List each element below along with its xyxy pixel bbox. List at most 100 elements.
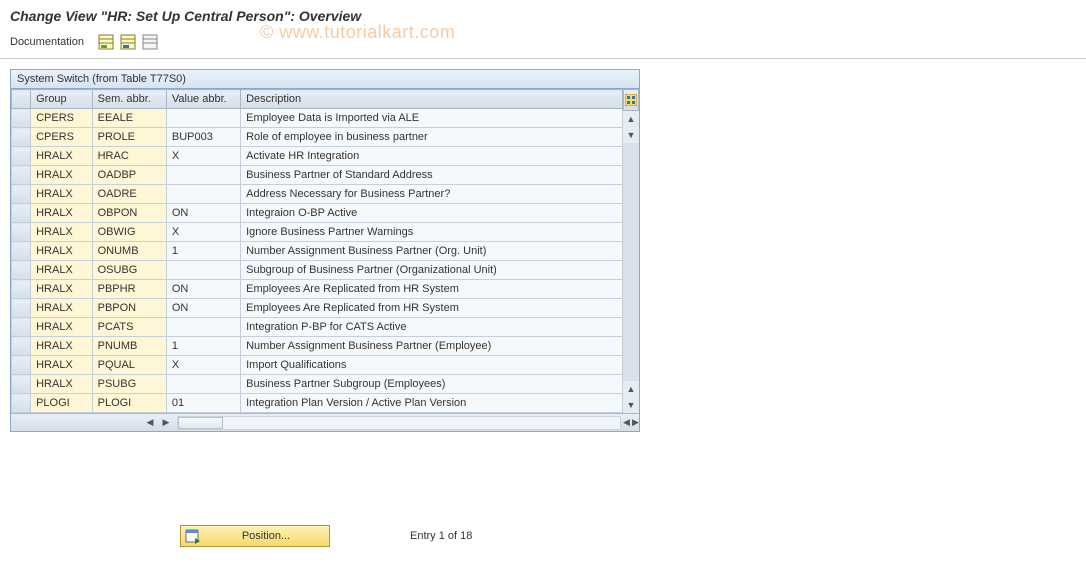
cell-description: Business Partner Subgroup (Employees) <box>241 375 623 394</box>
cell-group: HRALX <box>31 299 93 318</box>
row-selector[interactable] <box>12 280 31 299</box>
horizontal-scrollbar[interactable]: ◀ ▶ ◀ ▶ <box>11 413 639 431</box>
row-selector[interactable] <box>12 147 31 166</box>
hscroll-left-end-icon[interactable]: ◀ <box>623 416 630 430</box>
deselect-all-icon[interactable] <box>142 34 158 50</box>
table-row[interactable]: HRALXPNUMB1Number Assignment Business Pa… <box>12 337 623 356</box>
hscroll-track[interactable] <box>177 416 621 430</box>
col-header-sem-abbr[interactable]: Sem. abbr. <box>92 90 166 109</box>
table-row[interactable]: HRALXPBPONONEmployees Are Replicated fro… <box>12 299 623 318</box>
row-selector[interactable] <box>12 223 31 242</box>
table-select-icon[interactable] <box>120 34 136 50</box>
scroll-up-icon[interactable]: ▲ <box>623 111 639 127</box>
scroll-down-bottom-icon[interactable]: ▼ <box>623 397 639 413</box>
table-row[interactable]: HRALXPCATSIntegration P-BP for CATS Acti… <box>12 318 623 337</box>
col-header-description[interactable]: Description <box>241 90 623 109</box>
table-panel: System Switch (from Table T77S0) Group S… <box>10 69 640 432</box>
cell-value-abbr[interactable]: 1 <box>166 242 240 261</box>
row-selector[interactable] <box>12 375 31 394</box>
cell-value-abbr[interactable] <box>166 109 240 128</box>
table-row[interactable]: HRALXPSUBGBusiness Partner Subgroup (Emp… <box>12 375 623 394</box>
cell-group: HRALX <box>31 204 93 223</box>
hscroll-thumb[interactable] <box>178 417 223 429</box>
hscroll-right-icon[interactable]: ▶ <box>159 416 173 430</box>
row-header-blank <box>12 90 31 109</box>
cell-sem-abbr: PBPON <box>92 299 166 318</box>
cell-description: Employee Data is Imported via ALE <box>241 109 623 128</box>
cell-value-abbr[interactable]: BUP003 <box>166 128 240 147</box>
table-row[interactable]: HRALXONUMB1Number Assignment Business Pa… <box>12 242 623 261</box>
row-selector[interactable] <box>12 299 31 318</box>
row-selector[interactable] <box>12 394 31 413</box>
cell-description: Number Assignment Business Partner (Empl… <box>241 337 623 356</box>
cell-group: HRALX <box>31 318 93 337</box>
row-selector[interactable] <box>12 185 31 204</box>
table-row[interactable]: PLOGIPLOGI01Integration Plan Version / A… <box>12 394 623 413</box>
table-row[interactable]: HRALXOADREAddress Necessary for Business… <box>12 185 623 204</box>
cell-group: HRALX <box>31 223 93 242</box>
cell-sem-abbr: EEALE <box>92 109 166 128</box>
table-row[interactable]: HRALXHRACXActivate HR Integration <box>12 147 623 166</box>
cell-value-abbr[interactable] <box>166 185 240 204</box>
table-row[interactable]: HRALXPQUALXImport Qualifications <box>12 356 623 375</box>
cell-description: Business Partner of Standard Address <box>241 166 623 185</box>
cell-group: CPERS <box>31 128 93 147</box>
cell-group: HRALX <box>31 242 93 261</box>
cell-description: Employees Are Replicated from HR System <box>241 299 623 318</box>
table-content-icon[interactable] <box>98 34 114 50</box>
hscroll-left-icon[interactable]: ◀ <box>143 416 157 430</box>
cell-group: HRALX <box>31 356 93 375</box>
cell-value-abbr[interactable]: X <box>166 147 240 166</box>
vertical-scrollbar[interactable]: ▲ ▼ ▲ ▼ <box>623 89 639 413</box>
cell-sem-abbr: PSUBG <box>92 375 166 394</box>
row-selector[interactable] <box>12 128 31 147</box>
cell-value-abbr[interactable]: ON <box>166 280 240 299</box>
row-selector[interactable] <box>12 337 31 356</box>
row-selector[interactable] <box>12 109 31 128</box>
hscroll-right-end-icon[interactable]: ▶ <box>632 416 639 430</box>
cell-value-abbr[interactable]: X <box>166 223 240 242</box>
toolbar: Documentation <box>0 30 1086 59</box>
col-header-group[interactable]: Group <box>31 90 93 109</box>
scroll-up-bottom-icon[interactable]: ▲ <box>623 381 639 397</box>
table-row[interactable]: HRALXPBPHRONEmployees Are Replicated fro… <box>12 280 623 299</box>
row-selector[interactable] <box>12 356 31 375</box>
entry-counter: Entry 1 of 18 <box>410 530 472 542</box>
cell-value-abbr[interactable]: ON <box>166 299 240 318</box>
cell-value-abbr[interactable] <box>166 375 240 394</box>
cell-value-abbr[interactable] <box>166 261 240 280</box>
table-row[interactable]: CPERSPROLEBUP003Role of employee in busi… <box>12 128 623 147</box>
scroll-track[interactable] <box>623 143 639 381</box>
row-selector[interactable] <box>12 261 31 280</box>
cell-value-abbr[interactable]: 01 <box>166 394 240 413</box>
cell-group: HRALX <box>31 337 93 356</box>
cell-sem-abbr: OADRE <box>92 185 166 204</box>
table-row[interactable]: HRALXOBPONONIntegraion O-BP Active <box>12 204 623 223</box>
table-settings-icon[interactable] <box>623 89 639 111</box>
table-row[interactable]: HRALXOBWIGXIgnore Business Partner Warni… <box>12 223 623 242</box>
documentation-button[interactable]: Documentation <box>10 36 84 48</box>
footer: Position... Entry 1 of 18 <box>180 525 472 547</box>
table-row[interactable]: HRALXOSUBGSubgroup of Business Partner (… <box>12 261 623 280</box>
row-selector[interactable] <box>12 242 31 261</box>
cell-value-abbr[interactable]: X <box>166 356 240 375</box>
cell-group: HRALX <box>31 280 93 299</box>
row-selector[interactable] <box>12 166 31 185</box>
panel-title: System Switch (from Table T77S0) <box>11 70 639 89</box>
cell-value-abbr[interactable] <box>166 166 240 185</box>
row-selector[interactable] <box>12 204 31 223</box>
row-selector[interactable] <box>12 318 31 337</box>
col-header-value-abbr[interactable]: Value abbr. <box>166 90 240 109</box>
cell-value-abbr[interactable]: ON <box>166 204 240 223</box>
cell-sem-abbr: PNUMB <box>92 337 166 356</box>
scroll-down-icon[interactable]: ▼ <box>623 127 639 143</box>
cell-group: PLOGI <box>31 394 93 413</box>
cell-sem-abbr: PROLE <box>92 128 166 147</box>
cell-value-abbr[interactable] <box>166 318 240 337</box>
table-row[interactable]: CPERSEEALEEmployee Data is Imported via … <box>12 109 623 128</box>
cell-description: Employees Are Replicated from HR System <box>241 280 623 299</box>
table-row[interactable]: HRALXOADBPBusiness Partner of Standard A… <box>12 166 623 185</box>
position-button[interactable]: Position... <box>180 525 330 547</box>
cell-value-abbr[interactable]: 1 <box>166 337 240 356</box>
cell-description: Subgroup of Business Partner (Organizati… <box>241 261 623 280</box>
